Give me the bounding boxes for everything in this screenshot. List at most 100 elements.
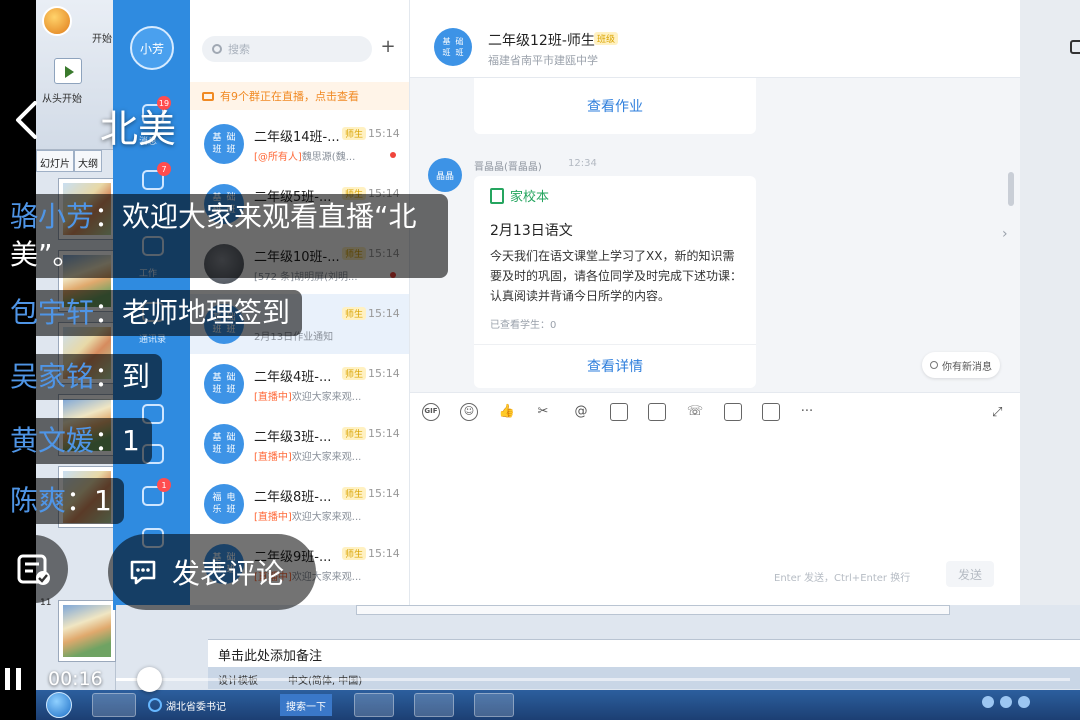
tab-slides[interactable]: 幻灯片: [36, 150, 74, 172]
network-icon[interactable]: [1000, 696, 1012, 708]
conversation-tag: 师生: [342, 547, 367, 560]
video-icon[interactable]: [724, 403, 742, 421]
comment-user: 骆小芳: [10, 200, 95, 233]
chat-comment: 黄文媛：1: [0, 418, 152, 464]
ppt-ribbon-tab[interactable]: 开始: [92, 30, 112, 45]
conversation-preview: [直播中]欢迎大家来观...: [254, 392, 362, 403]
ppt-horizontal-scroll[interactable]: [356, 605, 950, 615]
conversation-preview: [直播中]欢迎大家来观...: [254, 512, 362, 523]
conversation-time: 15:14: [368, 367, 400, 380]
comment-user: 陈爽: [10, 484, 67, 517]
enter-hint: Enter 发送，Ctrl+Enter 换行: [774, 573, 911, 584]
checklist-icon: [17, 554, 50, 585]
at-mention-icon[interactable]: @: [572, 403, 590, 421]
group-subtitle: 福建省南平市建瓯中学: [488, 54, 598, 67]
taskbar-app-icon[interactable]: [354, 693, 394, 717]
homework-card[interactable]: 家校本 2月13日语文 今天我们在语文课堂上学习了XX，新的知识需要及时的巩固，…: [474, 176, 756, 388]
conversation-preview: [直播中]欢迎大家来观...: [254, 452, 362, 463]
sender-avatar[interactable]: 晶晶: [428, 158, 462, 192]
live-banner-text: 有9个群正在直播，点击查看: [220, 90, 359, 103]
sender-name: 晋晶晶(晋晶晶): [474, 162, 542, 173]
comment-text: ：老师地理签到: [94, 296, 291, 329]
post-comment-button[interactable]: 发表评论: [108, 534, 316, 610]
slide-thumbnail[interactable]: [58, 600, 116, 662]
powerpoint-taskbar-icon[interactable]: [414, 693, 454, 717]
send-button[interactable]: 发送: [946, 561, 994, 587]
homework-body: 今天我们在语文课堂上学习了XX，新的知识需要及时的巩固，请各位同学及时完成下述功…: [490, 249, 743, 303]
checklist-button[interactable]: [0, 535, 68, 603]
emoji-icon[interactable]: ☺: [460, 403, 478, 421]
chat-window: 基础 班班 二年级12班-师生 班级 福建省南平市建瓯中学 查看作业 晶晶 晋晶…: [410, 0, 1020, 605]
group-name: 二年级12班-师生: [488, 33, 595, 49]
conversation-item[interactable]: 基础班班二年级4班-... 师生 15:14 [直播中]欢迎大家来观...: [190, 354, 409, 414]
divider: [474, 344, 756, 345]
conversation-item[interactable]: 基础班班二年级3班-... 师生 15:14 [直播中]欢迎大家来观...: [190, 414, 409, 474]
location-pin-icon: [930, 361, 938, 369]
homework-card-prev: 查看作业: [474, 78, 756, 134]
mail-icon[interactable]: [762, 403, 780, 421]
conversation-tag: 师生: [342, 427, 367, 440]
chat-comment: 吴家铭：到: [0, 354, 163, 400]
browser-icon: [148, 698, 162, 712]
user-avatar[interactable]: 小芳: [130, 26, 174, 70]
conversation-time: 15:14: [368, 487, 400, 500]
scissors-icon[interactable]: ✂: [534, 403, 552, 421]
phone-call-icon[interactable]: ☏: [686, 403, 704, 421]
folder-icon[interactable]: [610, 403, 628, 421]
play-from-start-label: 从头开始: [42, 94, 82, 105]
conversation-time: 15:14: [368, 547, 400, 560]
chat-comment: 骆小芳：欢迎大家来观看直播“北美”。: [0, 194, 448, 278]
search-icon: [212, 44, 222, 54]
seek-bar[interactable]: [116, 667, 1070, 692]
search-input[interactable]: 搜索: [202, 36, 372, 62]
play-from-start-icon[interactable]: [54, 58, 82, 84]
ppt-pane-tabs: 幻灯片 大纲: [36, 150, 116, 172]
expand-icon[interactable]: ⤢: [992, 405, 1002, 420]
window-corner-icon[interactable]: [1070, 40, 1080, 54]
office-orb-icon[interactable]: [42, 6, 72, 36]
volume-icon[interactable]: [1018, 696, 1030, 708]
seek-knob[interactable]: [137, 667, 163, 692]
taskbar-search-button[interactable]: 搜索一下: [280, 694, 332, 716]
chat-scrollbar[interactable]: [1008, 172, 1014, 206]
gif-icon[interactable]: GIF: [422, 403, 440, 421]
taskbar-window[interactable]: 湖北省委书记: [148, 693, 226, 717]
desktop-right-edge: [1020, 0, 1080, 605]
taskbar-app-icon[interactable]: [92, 693, 136, 717]
conversation-tag: 师生: [342, 307, 367, 320]
group-tag: 班级: [594, 32, 619, 45]
chevron-left-icon: [16, 101, 37, 139]
conversation-item[interactable]: 福电乐班二年级8班-... 师生 15:14 [直播中]欢迎大家来观...: [190, 474, 409, 534]
tab-outline[interactable]: 大纲: [74, 150, 102, 172]
view-homework-button[interactable]: 查看作业: [587, 96, 643, 116]
cloud-badge: 1: [157, 478, 171, 492]
conversation-avatar: 基础班班: [204, 424, 244, 464]
conversation-item[interactable]: 基础班班二年级14班-... 师生 15:14 [@所有人]魏思源(魏...: [190, 114, 409, 174]
comment-user: 吴家铭: [10, 360, 95, 393]
view-details-button[interactable]: 查看详情: [587, 359, 643, 375]
post-comment-label: 发表评论: [172, 557, 285, 590]
unread-dot: [390, 152, 396, 158]
live-banner[interactable]: 有9个群正在直播，点击查看: [190, 82, 409, 110]
camera-icon: [202, 91, 214, 101]
group-avatar[interactable]: 基础 班班: [434, 28, 472, 66]
conversation-time: 15:14: [368, 427, 400, 440]
pause-icon[interactable]: [2, 668, 24, 690]
help-icon[interactable]: [982, 696, 994, 708]
conversation-avatar: 基础班班: [204, 124, 244, 164]
video-player-controls: 00:16: [0, 662, 1080, 696]
chat-comment: 陈爽：1: [0, 478, 124, 524]
add-button[interactable]: +: [378, 38, 398, 58]
like-icon[interactable]: 👍: [498, 403, 516, 421]
conversation-tag: 师生: [342, 487, 367, 500]
new-message-pill[interactable]: 你有新消息: [922, 352, 1000, 378]
back-button[interactable]: [8, 96, 44, 144]
more-icon[interactable]: ···: [798, 403, 816, 421]
comment-user: 黄文媛: [10, 424, 95, 457]
message-composer[interactable]: GIF ☺ 👍 ✂ @ ☏ ··· ⤢ Enter 发送，Ctrl+Enter …: [410, 392, 1020, 605]
conversation-time: 15:14: [368, 307, 400, 320]
conversation-name: 二年级4班-...: [254, 370, 332, 385]
chevron-right-icon[interactable]: ›: [1002, 226, 1008, 242]
video-taskbar-icon[interactable]: [474, 693, 514, 717]
upload-icon[interactable]: [648, 403, 666, 421]
